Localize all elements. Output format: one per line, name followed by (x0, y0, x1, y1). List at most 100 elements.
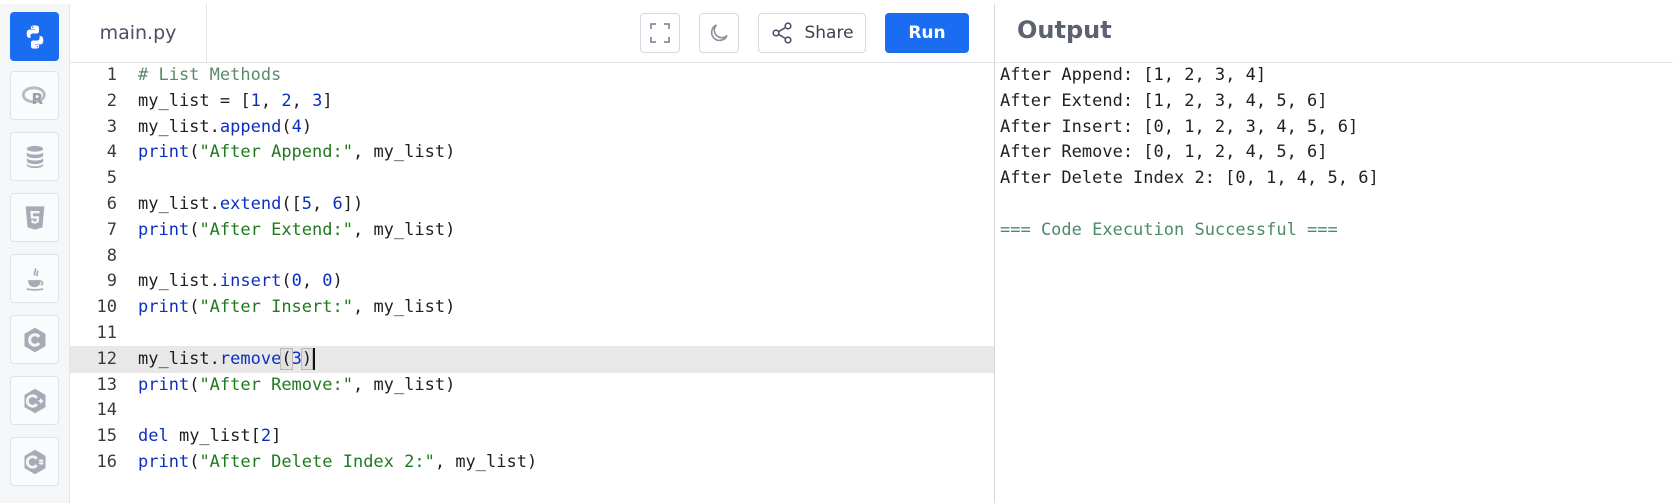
code-token: , my_list) (434, 452, 538, 472)
file-tab-main-py[interactable]: main.py (70, 4, 207, 62)
theme-toggle-button[interactable] (699, 13, 739, 53)
code-token: "After Insert:" (199, 297, 353, 318)
database-icon (26, 145, 43, 168)
csharp-language-button[interactable] (10, 437, 59, 486)
code-token: ]) (342, 194, 364, 214)
code-line[interactable]: 10 print("After Insert:", my_list) (70, 294, 995, 322)
code-token: my_list[ (168, 426, 261, 447)
code-token: my_list. (138, 271, 220, 292)
sql-language-button[interactable] (10, 132, 59, 181)
code-token: ] (322, 90, 333, 111)
code-line[interactable]: 13 print("After Remove:", my_list) (70, 372, 995, 400)
code-token: insert (219, 271, 282, 292)
moon-icon (710, 24, 728, 42)
code-token: append (219, 116, 282, 137)
code-editor[interactable]: 1 # List Methods 2 my_list = [1, 2, 3] 3 my_l… (70, 63, 995, 503)
c-lang-icon (24, 327, 45, 352)
c-language-button[interactable] (10, 315, 59, 364)
java-language-button[interactable] (10, 254, 59, 303)
code-line[interactable]: 2 my_list = [1, 2, 3] (70, 88, 995, 116)
code-line[interactable]: 12 my_list.remove(3) (70, 345, 995, 374)
line-number: 10 (96, 297, 117, 318)
code-text: print("After Delete Index 2:", my_list) (138, 449, 537, 477)
code-line[interactable]: 8 (70, 243, 995, 271)
html-language-button[interactable] (10, 193, 59, 242)
code-token: ) (332, 271, 343, 292)
output-header: Output (995, 4, 1673, 63)
code-line[interactable]: 5 (70, 165, 995, 193)
code-text: my_list.append(4) (138, 114, 312, 142)
r-language-button[interactable]: R (10, 71, 59, 120)
editor-toolbar: main.py Share Run (70, 4, 995, 63)
cpp-lang-icon (24, 388, 45, 413)
share-label: Share (804, 23, 854, 43)
code-line[interactable]: 15 del my_list[2] (70, 423, 995, 451)
code-token: , my_list) (352, 374, 456, 395)
output-line: After Extend: [1, 2, 3, 4, 5, 6] (1000, 90, 1328, 111)
code-line[interactable]: 6 my_list.extend([5, 6]) (70, 191, 995, 219)
fullscreen-icon (650, 23, 670, 43)
html5-icon (25, 205, 44, 230)
line-number: 16 (96, 452, 117, 472)
code-line[interactable]: 11 (70, 320, 995, 348)
code-token: , (260, 90, 282, 111)
code-token: , (291, 90, 313, 111)
code-token: 0 (322, 271, 333, 292)
code-token: "After Remove:" (199, 374, 353, 395)
code-text: print("After Append:", my_list) (138, 139, 455, 167)
code-line[interactable]: 16 print("After Delete Index 2:", my_list… (70, 449, 995, 477)
execution-status: === Code Execution Successful === (1000, 219, 1338, 240)
fullscreen-button[interactable] (640, 13, 680, 53)
code-line[interactable]: 4 print("After Append:", my_list) (70, 139, 995, 167)
code-text: my_list.remove(3) (138, 346, 316, 374)
code-token: 2 (281, 90, 292, 111)
line-number: 6 (106, 194, 117, 214)
python-language-button[interactable] (10, 12, 59, 61)
code-text: # List Methods (138, 63, 281, 90)
code-token: ( (189, 142, 200, 163)
code-token: print (138, 374, 190, 395)
line-number: 8 (106, 245, 117, 266)
share-button[interactable]: Share (758, 13, 866, 53)
line-number: 9 (106, 271, 117, 292)
r-lang-icon: R (21, 85, 46, 108)
code-token: print (138, 142, 190, 163)
code-line[interactable]: 7 print("After Extend:", my_list) (70, 217, 995, 245)
code-token: remove (219, 348, 282, 369)
code-token: ) (301, 116, 313, 137)
line-number: 14 (96, 400, 117, 421)
python-icon (26, 24, 43, 49)
panel-divider[interactable] (994, 4, 995, 503)
code-line[interactable]: 9 my_list.insert(0, 0) (70, 268, 995, 296)
code-token: ) (300, 347, 314, 370)
code-token: 3 (312, 90, 323, 111)
code-line[interactable]: 14 (70, 397, 995, 425)
line-number: 12 (96, 348, 117, 369)
text-cursor (313, 347, 316, 370)
output-line: After Append: [1, 2, 3, 4] (1000, 65, 1267, 85)
output-line: After Insert: [0, 1, 2, 3, 4, 5, 6] (1000, 116, 1359, 137)
line-number: 7 (106, 219, 117, 240)
code-text: my_list.insert(0, 0) (138, 268, 343, 296)
output-line: After Remove: [0, 1, 2, 4, 5, 6] (1000, 142, 1328, 163)
code-token: "After Delete Index 2:" (199, 452, 435, 472)
run-button[interactable]: Run (885, 13, 969, 53)
cpp-language-button[interactable] (10, 376, 59, 425)
line-number: 5 (106, 168, 117, 189)
code-token: # List Methods (138, 65, 282, 85)
line-number: 15 (96, 426, 117, 447)
line-number: 1 (106, 65, 117, 85)
code-token: 0 (291, 271, 302, 292)
code-text: print("After Insert:", my_list) (138, 294, 455, 322)
line-number: 2 (106, 90, 117, 111)
code-token: print (138, 452, 190, 472)
code-token: 2 (260, 426, 272, 447)
code-text: my_list.extend([5, 6]) (138, 191, 363, 219)
svg-text:R: R (31, 90, 43, 108)
code-token: "After Append:" (199, 142, 353, 163)
code-line[interactable]: 1 # List Methods (70, 63, 995, 90)
code-line[interactable]: 3 my_list.append(4) (70, 114, 995, 142)
output-line: After Delete Index 2: [0, 1, 4, 5, 6] (1000, 168, 1379, 189)
output-console: After Append: [1, 2, 3, 4] After Extend: … (1000, 63, 1670, 503)
code-token: ( (189, 219, 200, 240)
